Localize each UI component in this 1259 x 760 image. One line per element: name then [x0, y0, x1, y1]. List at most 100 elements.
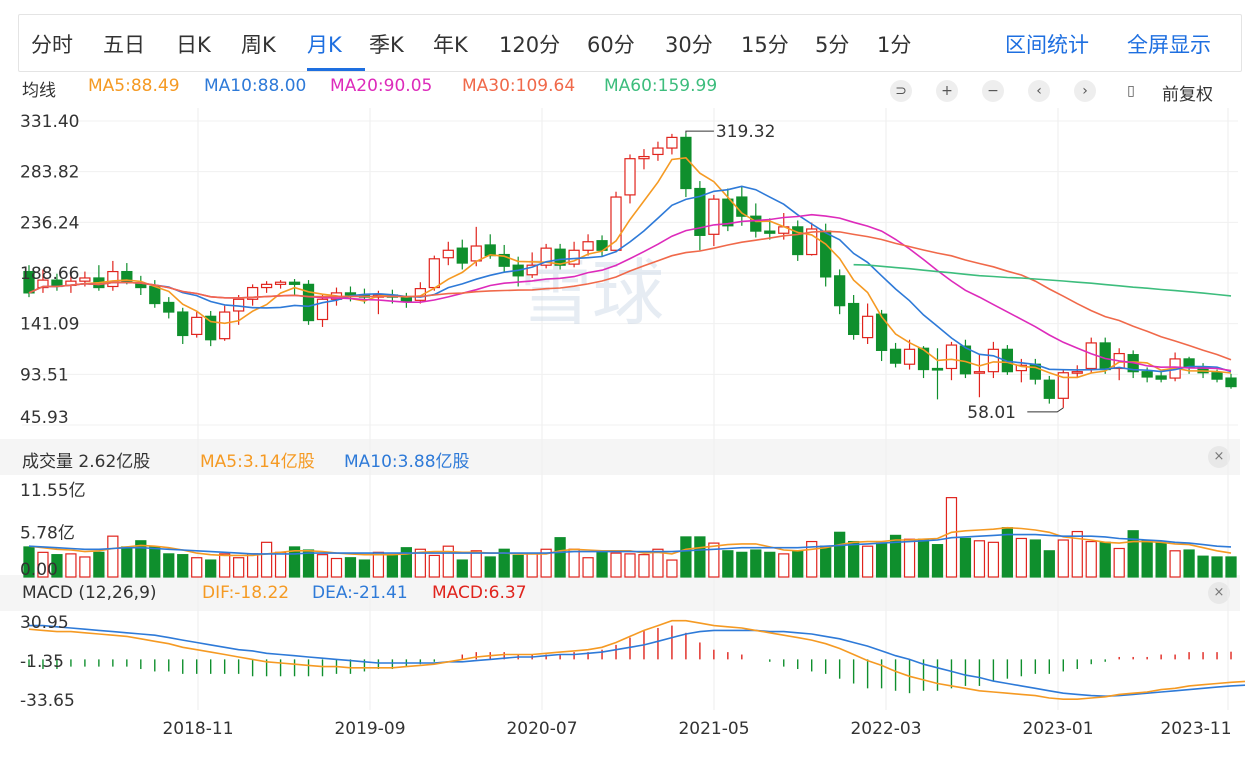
volume-bar	[554, 537, 566, 578]
candle	[652, 147, 664, 156]
volume-bar	[526, 553, 538, 578]
volume-bar	[861, 545, 874, 578]
volume-bar	[330, 557, 343, 578]
volume-bar	[191, 557, 203, 578]
volume-bar	[848, 540, 860, 578]
high-annotation: 319.32	[716, 122, 775, 142]
x-tick-label: 2020-07	[506, 719, 577, 739]
candle	[79, 277, 91, 282]
candle	[442, 249, 454, 259]
price-tick-label: 331.40	[20, 112, 79, 132]
candle	[861, 315, 874, 339]
low-annotation: 58.01	[967, 403, 1016, 423]
volume-bar	[568, 548, 580, 578]
candle	[1225, 377, 1237, 388]
price-tick-label: 45.93	[20, 408, 69, 428]
candle	[428, 258, 440, 289]
volume-bar	[680, 536, 692, 578]
volume-bar	[973, 540, 986, 578]
candle	[1071, 371, 1083, 374]
volume-bar	[1127, 530, 1139, 578]
candle	[987, 348, 1000, 373]
volume-bar	[205, 559, 217, 578]
volume-bar	[666, 559, 678, 578]
volume-bar	[987, 541, 1000, 578]
volume-bar	[428, 554, 440, 578]
volume-bar	[820, 545, 832, 578]
candle	[470, 245, 482, 262]
candle	[764, 230, 776, 234]
volume-bar	[358, 559, 371, 578]
volume-bar	[233, 557, 245, 578]
candle	[274, 281, 287, 285]
volume-bar	[456, 559, 468, 578]
volume-bar	[1183, 549, 1195, 578]
volume-bar	[764, 551, 776, 578]
candle	[1141, 371, 1153, 378]
candle	[931, 367, 944, 371]
volume-bar	[1113, 547, 1125, 578]
volume-bar	[736, 551, 748, 578]
volume-bar	[917, 538, 930, 578]
volume-bar	[93, 551, 105, 578]
volume-bar	[344, 557, 357, 578]
macd-tick-label: -33.65	[20, 691, 75, 711]
volume-bar	[624, 553, 636, 578]
candle	[260, 283, 273, 289]
candle	[848, 302, 860, 336]
candle	[302, 283, 315, 322]
volume-bar	[372, 551, 385, 578]
volume-bar	[1057, 539, 1069, 578]
price-tick-label: 188.66	[20, 264, 79, 284]
volume-bar	[107, 535, 119, 578]
volume-bar	[792, 550, 804, 578]
volume-bar	[246, 553, 259, 578]
volume-bar	[834, 531, 846, 578]
price-tick-label: 93.51	[20, 365, 69, 385]
volume-bar	[260, 541, 273, 578]
volume-bar	[65, 553, 77, 578]
candle	[959, 345, 972, 375]
volume-bar	[149, 546, 161, 578]
candle	[820, 230, 832, 278]
candle	[107, 270, 119, 288]
volume-bar	[316, 554, 329, 578]
candle	[610, 196, 622, 251]
volume-bar	[750, 549, 762, 578]
candle	[973, 371, 986, 374]
volume-bar	[470, 550, 482, 578]
candle	[722, 198, 734, 227]
price-tick-label: 236.24	[20, 213, 79, 233]
macd-tick-label: 30.95	[20, 613, 69, 633]
volume-bar	[274, 551, 287, 578]
volume-bar	[400, 547, 412, 578]
candle	[666, 136, 678, 149]
volume-bar	[1085, 540, 1097, 578]
candle	[945, 344, 958, 370]
volume-bar	[1141, 540, 1153, 578]
volume-bar	[610, 552, 622, 578]
candle	[680, 136, 692, 190]
price-tick-label: 141.09	[20, 315, 79, 335]
candle	[288, 281, 301, 285]
volume-bar	[1043, 550, 1055, 578]
volume-bar	[1225, 556, 1237, 578]
volume-bar	[163, 553, 175, 578]
candle	[834, 275, 846, 307]
volume-bar	[638, 554, 650, 578]
candle	[875, 313, 888, 351]
volume-bar	[79, 556, 91, 578]
high-annotation-leader	[685, 130, 714, 134]
volume-bar	[484, 556, 496, 578]
volume-bar	[582, 557, 594, 578]
x-tick-label: 2023-01	[1022, 719, 1093, 739]
volume-tick-label: 0.00	[20, 560, 58, 580]
volume-bar	[1015, 537, 1027, 578]
candle	[582, 241, 594, 251]
price-tick-label: 283.82	[20, 163, 79, 183]
macd-tick-label: -1.35	[20, 652, 64, 672]
volume-bar	[778, 553, 790, 578]
stock-chart[interactable]: 雪球331.40283.82236.24188.66141.0993.5145.…	[0, 0, 1259, 760]
volume-bar	[121, 546, 133, 578]
candle	[219, 311, 231, 340]
